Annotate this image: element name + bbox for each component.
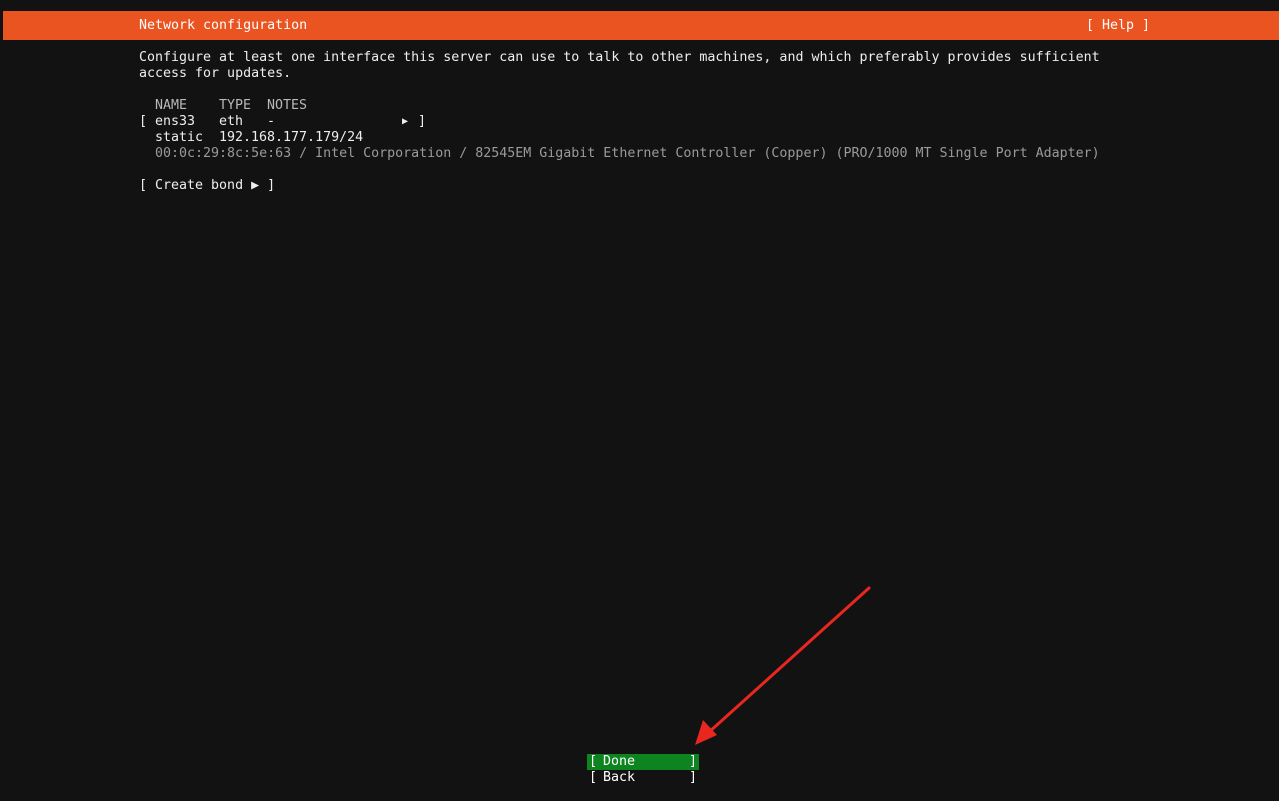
create-bond-button[interactable]: [ Create bond ▶ ]	[139, 178, 275, 194]
done-button[interactable]: [ Done ]	[587, 754, 699, 770]
description-line-2: access for updates.	[139, 66, 292, 81]
done-left-bracket: [	[589, 754, 598, 769]
back-button[interactable]: [ Back ]	[587, 770, 699, 786]
interface-name: ens33	[155, 114, 196, 129]
row-close-bracket: ]	[418, 114, 427, 129]
address-method: static	[155, 130, 204, 145]
description-line-1: Configure at least one interface this se…	[139, 50, 1100, 65]
top-margin	[0, 0, 1279, 10]
column-header-notes: NOTES	[267, 98, 308, 113]
expand-arrow-icon: ▶	[402, 116, 409, 127]
page-title: Network configuration	[139, 18, 308, 33]
interface-type: eth	[219, 114, 244, 129]
done-label: Done	[603, 754, 636, 769]
done-right-bracket: ]	[689, 754, 698, 769]
row-open-bracket: [	[139, 114, 148, 129]
back-right-bracket: ]	[689, 770, 698, 785]
hardware-info: 00:0c:29:8c:5e:63 / Intel Corporation / …	[155, 146, 1100, 161]
help-button[interactable]: [ Help ]	[1086, 18, 1150, 33]
back-label: Back	[603, 770, 636, 785]
interface-notes: -	[267, 114, 276, 129]
back-left-bracket: [	[589, 770, 598, 785]
ip-address: 192.168.177.179/24	[219, 130, 364, 145]
header-bar: Network configuration [ Help ]	[3, 11, 1279, 40]
column-header-type: TYPE	[219, 98, 252, 113]
column-header-name: NAME	[155, 98, 188, 113]
